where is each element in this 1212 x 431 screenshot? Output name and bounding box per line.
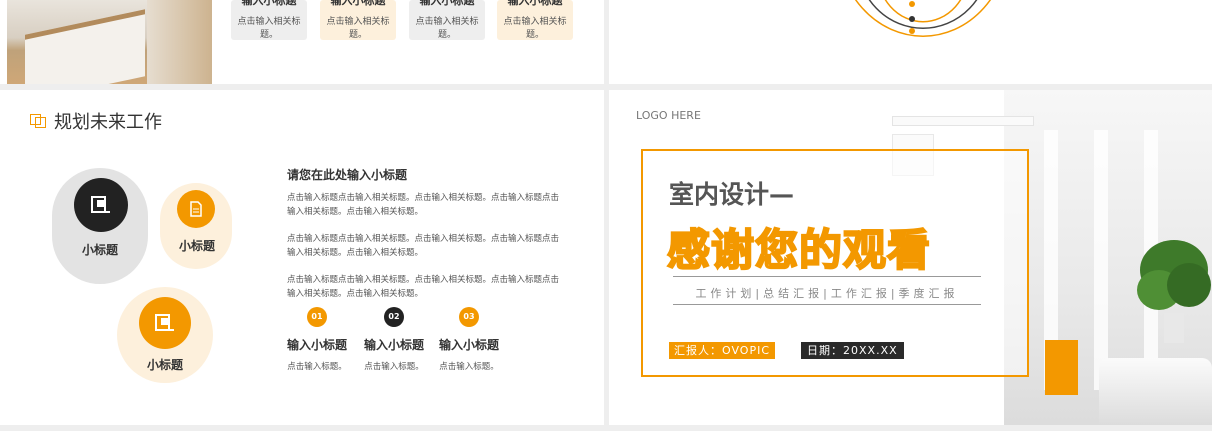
slide-thanks[interactable]: LOGO HERE 室内设计— 感谢您的观看 工作计划|总结汇报|工作汇报|季度… [609,90,1212,425]
info-card: 输入小标题 点击输入相关标题。 [497,0,573,40]
step-number-badge: 02 [384,307,404,327]
ceiling-light [892,116,1034,126]
file-icon [177,190,215,228]
card-text: 点击输入相关标题。 [415,17,479,40]
step-number-badge: 03 [459,307,479,327]
card-text: 点击输入相关标题。 [326,17,390,40]
step-number-badge: 01 [307,307,327,327]
card-text: 点击输入相关标题。 [237,17,301,40]
column-text: 点击输入标题。 [439,362,499,372]
column-title: 输入小标题 [286,338,347,352]
logo-text: LOGO HERE [636,109,701,122]
slide-subtitle: 室内设计— [669,180,795,209]
column-title: 输入小标题 [363,338,424,352]
divider-line [673,276,981,277]
reporter-badge: 汇报人：OVOPIC [669,342,776,359]
document-icon [74,178,128,232]
slide-plan-future-work[interactable]: 规划未来工作 小标题 小标题 小标题 请您在此处输入小标题 点击输入标题点击输入… [0,90,604,425]
column-text: 点击输入标题。 [364,362,424,372]
sofa-graphic [1099,358,1212,425]
info-card: 输入小标题 点击输入相关标题。 [320,0,396,40]
subheading: 请您在此处输入小标题 [287,168,408,182]
column-text: 点击输入标题。 [287,362,347,372]
column-title: 输入小标题 [438,338,499,352]
paragraph: 点击输入标题点击输入相关标题。点击输入相关标题。点击输入标题点击输入相关标题。点… [287,275,560,299]
card-text: 点击输入相关标题。 [503,17,567,40]
circle-label: 小标题 [81,243,118,257]
stacked-squares-icon [30,114,46,128]
card-title: 输入小标题 [241,0,297,7]
accent-block [1045,340,1078,395]
paragraph: 点击输入标题点击输入相关标题。点击输入相关标题。点击输入标题点击输入相关标题。点… [287,234,560,258]
date-badge: 日期：20XX.XX [801,342,904,359]
concentric-arcs-graphic [854,0,992,37]
paragraph: 点击输入标题点击输入相关标题。点击输入相关标题。点击输入标题点击输入相关标题。点… [287,193,560,217]
tag-line: 工作计划|总结汇报|工作汇报|季度汇报 [695,287,959,300]
circle-label: 小标题 [146,358,183,372]
kitchen-photo [7,0,212,84]
slide-preview-top-right[interactable] [609,0,1212,84]
slide-preview-top-left[interactable]: 输入小标题 点击输入相关标题。 输入小标题 点击输入相关标题。 输入小标题 点击… [0,0,604,84]
slide-title: 感谢您的观看 [666,225,931,277]
document-icon [139,297,191,349]
info-card: 输入小标题 点击输入相关标题。 [231,0,307,40]
divider-line [673,304,981,305]
card-title: 输入小标题 [507,0,563,7]
slide-heading: 规划未来工作 [54,112,162,133]
circle-label: 小标题 [178,239,215,253]
card-title: 输入小标题 [419,0,475,7]
info-card: 输入小标题 点击输入相关标题。 [409,0,485,40]
plant-graphic [1137,240,1211,343]
card-title: 输入小标题 [330,0,386,7]
